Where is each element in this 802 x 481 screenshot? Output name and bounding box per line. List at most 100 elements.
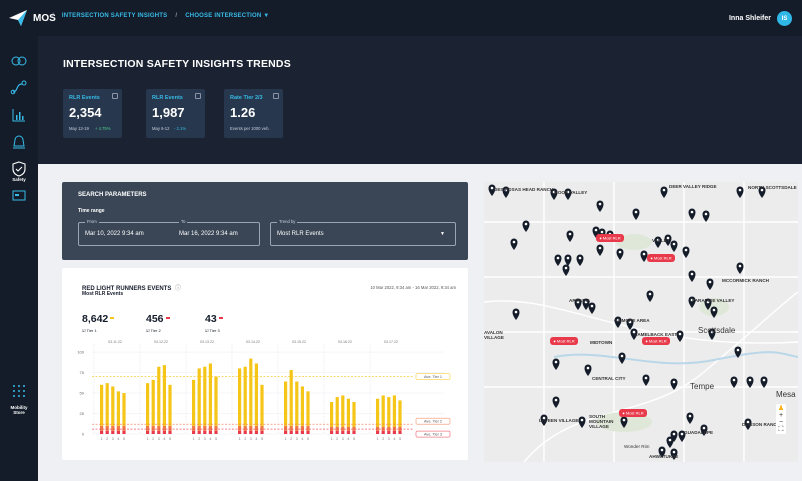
map-pin-icon[interactable] [642, 374, 650, 387]
info-icon[interactable] [273, 93, 279, 99]
map-pin-icon[interactable] [710, 306, 718, 319]
map-pin-dot [490, 186, 494, 190]
tier-1-swatch [110, 317, 115, 319]
map-pin-icon[interactable] [670, 240, 678, 253]
bar-chart-icon[interactable] [10, 106, 28, 124]
tier-2-label: Tier 2 [150, 328, 161, 333]
map-pin-icon[interactable] [688, 270, 696, 283]
map-pin-icon[interactable] [760, 376, 768, 389]
map-pin-icon[interactable] [640, 250, 648, 263]
bar-segment-tier-3 [341, 430, 345, 434]
bar-segment-tier-1 [335, 397, 339, 427]
map-pin-icon[interactable] [688, 208, 696, 221]
alert-bell-icon[interactable] [10, 133, 28, 151]
map-pin-dot [660, 448, 664, 452]
check-icon[interactable]: ☑ [82, 328, 86, 333]
river [553, 351, 798, 365]
user-menu[interactable]: Inna Shleifer IS [729, 11, 792, 26]
bar-segment-tier-1 [398, 400, 402, 427]
map-pin-icon[interactable] [746, 376, 754, 389]
map-pin-icon[interactable] [702, 210, 710, 223]
kpi-period: May 6-12 [152, 126, 170, 131]
map-pin-icon[interactable] [564, 254, 572, 267]
map-pin-icon[interactable] [686, 412, 694, 425]
map-circles-icon[interactable] [10, 52, 28, 70]
sub-category-label: 5 [123, 437, 125, 441]
choose-intersection-dropdown[interactable]: CHOOSE INTERSECTION ▼ [185, 13, 269, 19]
trend-by-select[interactable]: Trend by Most RLR Events ▼ [270, 219, 456, 246]
map-pin-icon[interactable] [512, 308, 520, 321]
breadcrumb-intersection-safety[interactable]: INTERSECTION SAFETY INSIGHTS [62, 13, 168, 19]
bar-segment-tier-1 [192, 379, 196, 426]
map-pin-icon[interactable] [618, 352, 626, 365]
sidebar-item-safety[interactable]: Safety [0, 177, 38, 182]
bar-segment-tier-1 [284, 381, 288, 426]
kpi-card-rate-tier[interactable]: Rate Tier 2/3 1.26 Events per 1000 veh. [224, 89, 283, 138]
check-icon[interactable]: ☑ [205, 328, 209, 333]
map-pin-icon[interactable] [554, 254, 562, 267]
intersection-map[interactable]: ● Most RLR ● Most RLR ● Most RLR ● Most RLR… [484, 182, 798, 462]
check-icon[interactable]: ☑ [146, 328, 150, 333]
fullscreen-button[interactable]: ⛶ [776, 426, 786, 434]
bar-segment-tier-1 [100, 384, 104, 426]
info-icon[interactable] [195, 93, 201, 99]
bar-segment-tier-3 [238, 430, 242, 434]
map-pin-icon[interactable] [566, 230, 574, 243]
kpi-unit: Events per 1000 veh. [230, 126, 270, 131]
bar-segment-tier-1 [162, 365, 166, 426]
kpi-card-rlr-events-current[interactable]: RLR Events 2,354 May 13-19 + 4.75% [63, 89, 122, 138]
sidebar-item-mobility-store[interactable]: Mobility Store [7, 405, 31, 415]
map-pin-icon[interactable] [706, 278, 714, 291]
bar-segment-tier-1 [387, 397, 391, 427]
map-pin-icon[interactable] [632, 208, 640, 221]
map-pin-icon[interactable] [584, 364, 592, 377]
map-pin-icon[interactable] [552, 396, 560, 409]
map-pin-icon[interactable] [736, 186, 744, 199]
bar-segment-tier-2 [100, 425, 104, 431]
map-pin-icon[interactable] [510, 238, 518, 251]
time-range-field[interactable]: From To Mar 10, 2022 9:34 am Mar 16, 202… [78, 219, 260, 246]
camera-icon[interactable] [10, 186, 28, 204]
info-icon[interactable]: ⓘ [175, 286, 181, 292]
logo[interactable]: MOS [8, 9, 56, 27]
map-pin-icon[interactable] [522, 220, 530, 233]
map-pin-icon[interactable] [676, 330, 684, 343]
info-icon[interactable] [112, 93, 118, 99]
safety-shield-icon[interactable] [10, 160, 28, 178]
map-pin-dot [594, 228, 598, 232]
map-pin-icon[interactable] [670, 378, 678, 391]
to-date-input[interactable]: Mar 16, 2022 9:34 am [179, 231, 238, 237]
kpi-card-rlr-events-previous[interactable]: RLR Events 1,987 May 6-12 - 2.1% [146, 89, 205, 138]
grid-dots-icon[interactable] [10, 382, 28, 400]
map-pin-icon[interactable] [660, 186, 668, 199]
map-pin-icon[interactable] [588, 302, 596, 315]
bar-segment-tier-3 [116, 430, 120, 434]
map-pin-dot [748, 378, 752, 382]
map-pin-icon[interactable] [596, 200, 604, 213]
zoom-out-button[interactable]: − [776, 419, 786, 426]
map-pin-icon[interactable] [596, 244, 604, 257]
bar-segment-tier-2 [330, 426, 334, 431]
map-pin-icon[interactable] [736, 262, 744, 275]
route-icon[interactable] [10, 78, 28, 96]
map-pin-icon[interactable] [578, 416, 586, 429]
sub-category-label: 1 [101, 437, 103, 441]
map-pin-icon[interactable] [616, 248, 624, 261]
map-pin-icon[interactable] [666, 436, 674, 449]
map-pin-icon[interactable] [576, 254, 584, 267]
map-pin-icon[interactable] [646, 290, 654, 303]
map-pin-dot [702, 426, 706, 430]
map-label-midtown: MIDTOWN [590, 340, 613, 345]
from-date-input[interactable]: Mar 10, 2022 9:34 am [85, 231, 144, 237]
bar-segment-tier-2 [398, 426, 402, 431]
bar-segment-tier-3 [260, 430, 264, 434]
map-pin-icon[interactable] [552, 358, 560, 371]
map-label-dobson-ranch: DOBSON RANCH [742, 422, 781, 427]
map-pin-icon[interactable] [562, 264, 570, 277]
map-pin-icon[interactable] [730, 376, 738, 389]
reference-label-box [415, 417, 451, 425]
pegman-icon[interactable]: ♟ [776, 404, 786, 412]
bar-segment-tier-2 [197, 425, 201, 431]
bar-segment-tier-3 [162, 430, 166, 434]
zoom-in-button[interactable]: + [776, 412, 786, 419]
